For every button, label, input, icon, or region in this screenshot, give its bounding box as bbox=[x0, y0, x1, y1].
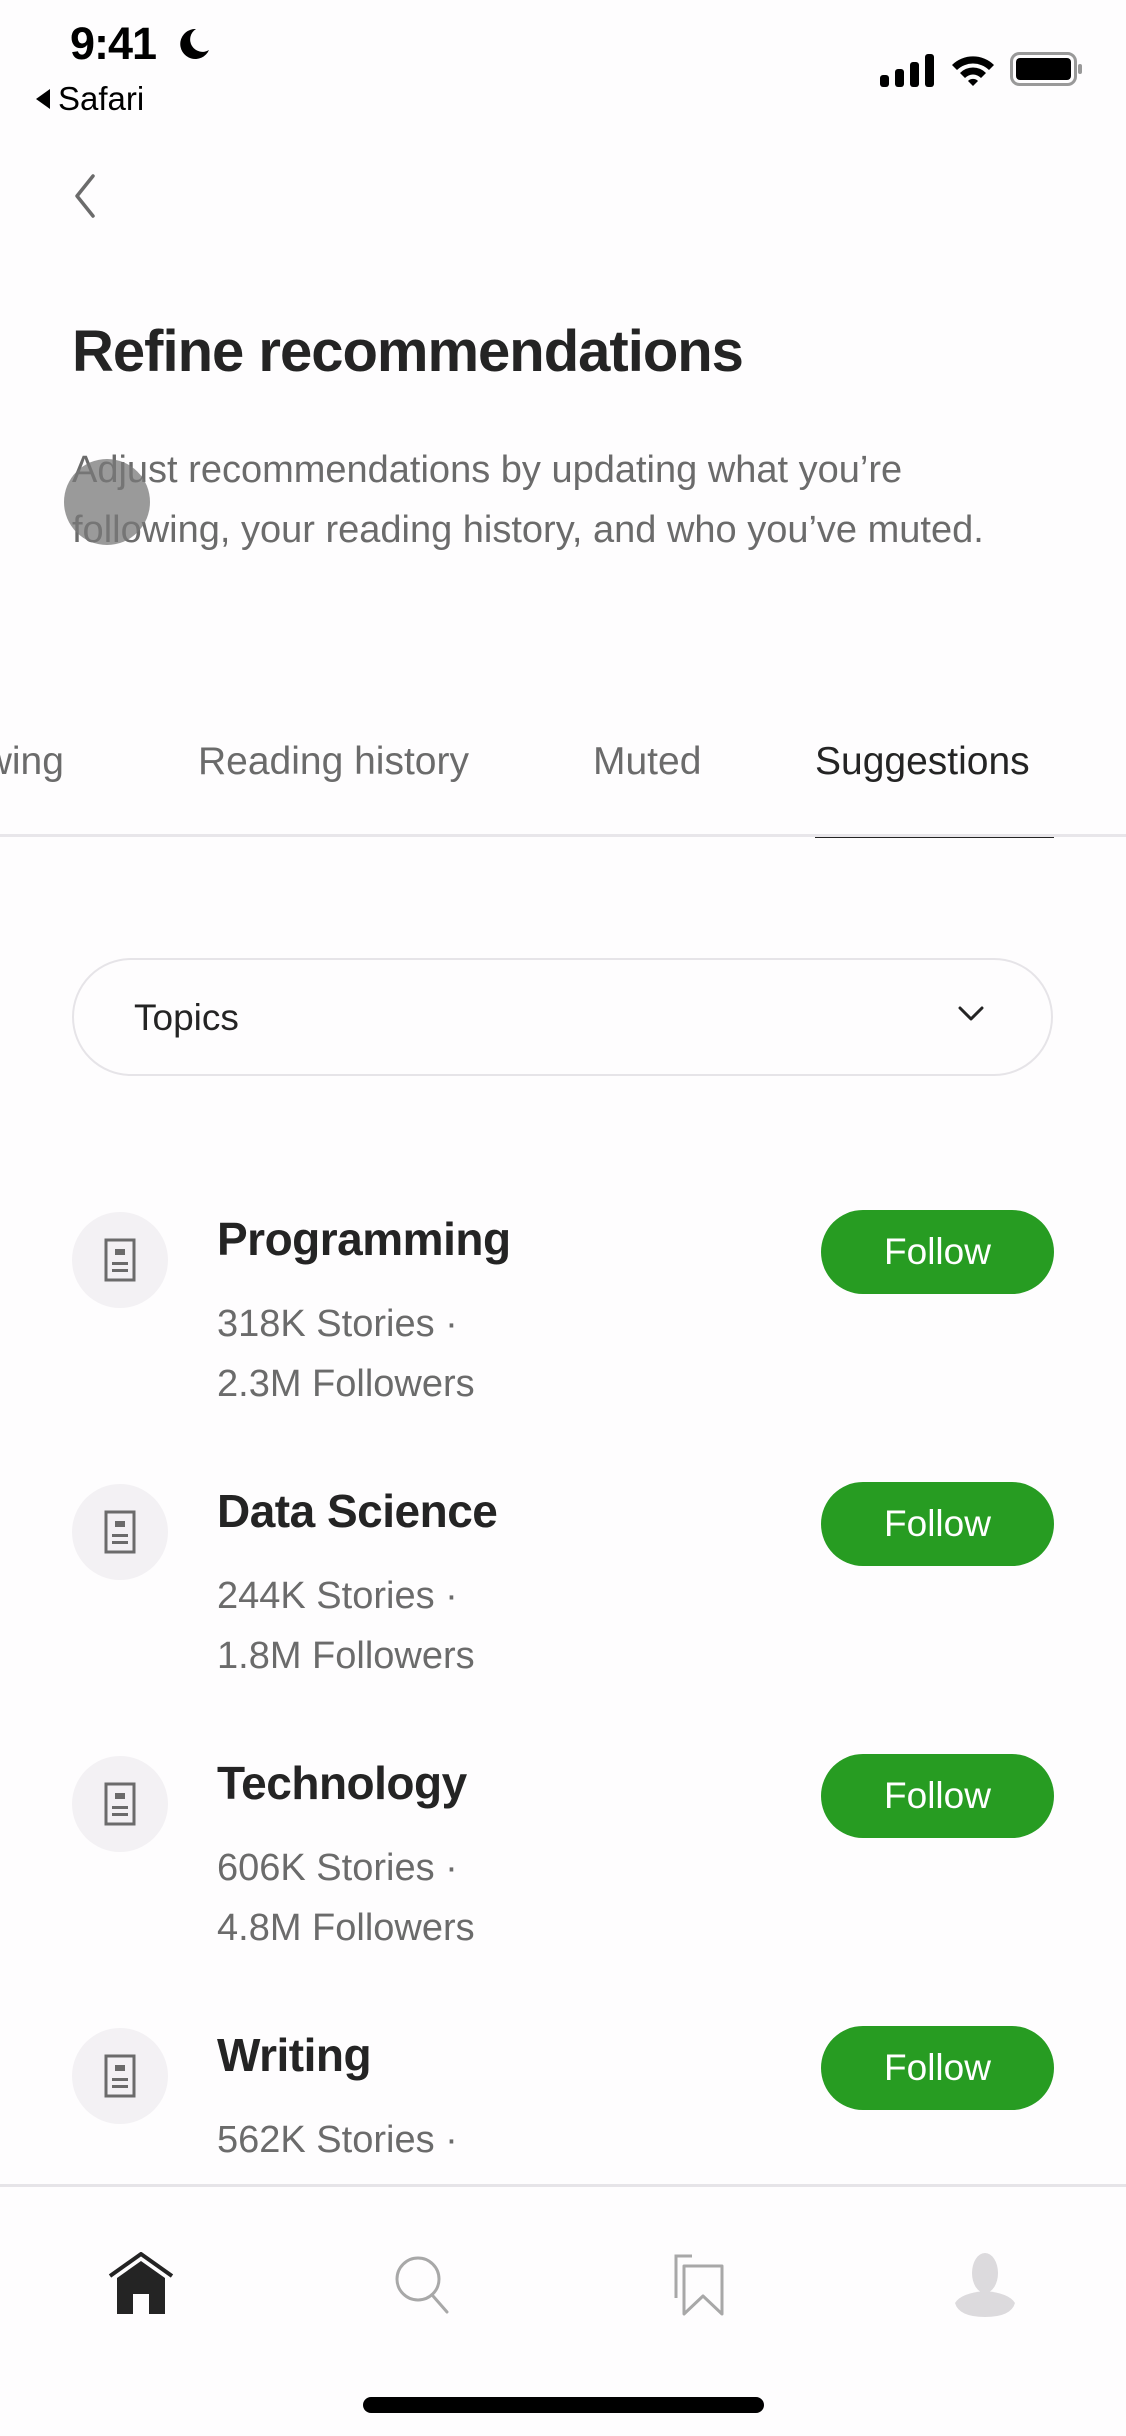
tab-suggestions-label: Suggestions bbox=[815, 740, 1030, 783]
document-icon bbox=[104, 2054, 136, 2098]
follow-button[interactable]: Follow bbox=[821, 1482, 1054, 1566]
chevron-down-icon bbox=[958, 1006, 984, 1021]
tabs-divider bbox=[0, 834, 1126, 837]
topic-icon bbox=[72, 2028, 168, 2124]
nav-profile[interactable] bbox=[935, 2234, 1035, 2334]
back-button[interactable] bbox=[60, 168, 110, 224]
topic-followers: 2.3M Followers bbox=[217, 1363, 475, 1405]
document-icon bbox=[104, 1510, 136, 1554]
follow-button[interactable]: Follow bbox=[821, 1754, 1054, 1838]
wifi-icon bbox=[952, 56, 994, 86]
topic-followers: 1.8M Followers bbox=[217, 1635, 475, 1677]
home-icon bbox=[108, 2252, 174, 2314]
back-app-label: Safari bbox=[58, 80, 145, 117]
tab-following[interactable]: owing bbox=[0, 730, 64, 838]
dropdown-selected-value: Topics bbox=[134, 997, 239, 1038]
nav-library[interactable] bbox=[650, 2234, 750, 2334]
search-icon bbox=[395, 2256, 449, 2314]
topic-name[interactable]: Programming bbox=[217, 1212, 511, 1266]
follow-button[interactable]: Follow bbox=[821, 2026, 1054, 2110]
bottom-nav bbox=[0, 2184, 1126, 2436]
tab-suggestions[interactable]: Suggestions bbox=[815, 730, 1054, 838]
follow-button[interactable]: Follow bbox=[821, 1210, 1054, 1294]
topic-stats: 562K Stories · bbox=[217, 2110, 458, 2170]
topic-icon bbox=[72, 1484, 168, 1580]
document-icon bbox=[104, 1238, 136, 1282]
profile-avatar-icon bbox=[955, 2253, 1015, 2317]
topic-stories: 244K Stories · bbox=[217, 1575, 458, 1617]
home-indicator bbox=[363, 2397, 764, 2413]
tab-following-label: owing bbox=[0, 740, 64, 783]
topic-icon bbox=[72, 1756, 168, 1852]
topic-name[interactable]: Writing bbox=[217, 2028, 372, 2082]
tab-muted[interactable]: Muted bbox=[593, 730, 701, 838]
back-to-safari-link[interactable]: Safari bbox=[36, 80, 144, 118]
topic-row: Technology 606K Stories · 4.8M Followers… bbox=[0, 1754, 1126, 2028]
chevron-left-icon bbox=[75, 174, 95, 218]
tab-bar: owing Reading history Muted Suggestions bbox=[0, 730, 1126, 838]
topic-stats: 318K Stories · 2.3M Followers bbox=[217, 1294, 475, 1414]
moon-icon bbox=[180, 28, 209, 59]
topics-dropdown[interactable]: Topics bbox=[72, 958, 1053, 1076]
topic-stats: 244K Stories · 1.8M Followers bbox=[217, 1566, 475, 1686]
bookmarks-icon bbox=[674, 2254, 724, 2316]
tab-reading-history[interactable]: Reading history bbox=[198, 730, 469, 838]
battery-icon bbox=[1010, 52, 1082, 86]
topic-followers: 4.8M Followers bbox=[217, 1907, 475, 1949]
topic-name[interactable]: Technology bbox=[217, 1756, 467, 1810]
topic-icon bbox=[72, 1212, 168, 1308]
page-description: Adjust recommendations by updating what … bbox=[72, 449, 984, 551]
tab-reading-history-label: Reading history bbox=[198, 740, 469, 783]
topic-name[interactable]: Data Science bbox=[217, 1484, 498, 1538]
status-time: 9:41 bbox=[70, 18, 157, 69]
tab-muted-label: Muted bbox=[593, 740, 702, 783]
topic-stats: 606K Stories · 4.8M Followers bbox=[217, 1838, 475, 1958]
topic-stories: 318K Stories · bbox=[217, 1303, 458, 1345]
topic-stories: 606K Stories · bbox=[217, 1847, 458, 1889]
status-icons bbox=[880, 52, 1084, 88]
page-title: Refine recommendations bbox=[72, 319, 744, 384]
topic-row: Data Science 244K Stories · 1.8M Followe… bbox=[0, 1482, 1126, 1756]
nav-home[interactable] bbox=[91, 2234, 191, 2334]
topic-row: Programming 318K Stories · 2.3M Follower… bbox=[0, 1210, 1126, 1484]
back-triangle-icon bbox=[36, 89, 50, 109]
document-icon bbox=[104, 1782, 136, 1826]
cellular-signal-icon bbox=[880, 54, 934, 87]
nav-search[interactable] bbox=[373, 2234, 473, 2334]
touch-indicator bbox=[64, 459, 150, 545]
topic-stories: 562K Stories · bbox=[217, 2119, 458, 2161]
bottom-nav-divider bbox=[0, 2184, 1126, 2187]
